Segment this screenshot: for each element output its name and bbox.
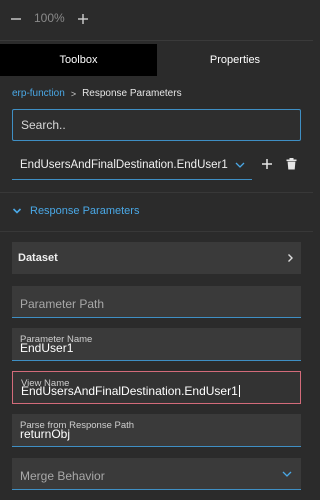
tab-toolbox[interactable]: Toolbox [0, 44, 157, 76]
parameter-path-placeholder: Parameter Path [20, 297, 105, 311]
parameter-path-field[interactable]: Parameter Path [12, 286, 301, 318]
panel-tabs: Toolbox Properties [0, 44, 313, 76]
response-parameter-select[interactable]: EndUsersAndFinalDestination.EndUser1 [12, 150, 252, 180]
chevron-right-icon [288, 254, 293, 262]
zoom-in-button[interactable] [72, 8, 94, 30]
plus-icon [78, 14, 88, 24]
dataset-label: Dataset [18, 252, 58, 264]
text-caret [238, 385, 240, 397]
parameter-name-field[interactable]: Parameter Name EndUser1 [12, 328, 301, 361]
chevron-down-icon [282, 471, 292, 477]
view-name-value-wrap: EndUsersAndFinalDestination.EndUser1 [21, 384, 240, 398]
breadcrumb-current: Response Parameters [82, 88, 182, 99]
merge-behavior-placeholder: Merge Behavior [20, 469, 105, 483]
view-name-value: EndUsersAndFinalDestination.EndUser1 [21, 384, 238, 398]
breadcrumb: erp-function > Response Parameters [12, 88, 182, 99]
search-input[interactable] [21, 118, 292, 132]
parameter-name-value: EndUser1 [20, 341, 74, 355]
view-name-field[interactable]: View Name EndUsersAndFinalDestination.En… [12, 371, 301, 404]
chevron-down-icon [235, 162, 245, 168]
breadcrumb-separator-icon: > [70, 88, 77, 99]
divider [0, 192, 313, 193]
delete-button[interactable] [282, 155, 300, 173]
zoom-divider [0, 40, 313, 41]
minus-icon [11, 18, 21, 20]
search-box [12, 109, 301, 141]
tab-properties[interactable]: Properties [157, 44, 313, 76]
dataset-row[interactable]: Dataset [12, 242, 301, 274]
zoom-out-button[interactable] [5, 8, 27, 30]
section-title: Response Parameters [30, 205, 140, 217]
chevron-down-icon [12, 208, 22, 214]
parse-response-path-value: returnObj [20, 427, 71, 441]
breadcrumb-link-erp-function[interactable]: erp-function [12, 88, 65, 99]
divider [0, 231, 313, 232]
select-value: EndUsersAndFinalDestination.EndUser1 [20, 158, 228, 171]
plus-icon [262, 159, 272, 169]
zoom-level: 100% [34, 11, 65, 25]
trash-icon [286, 158, 296, 170]
merge-behavior-select[interactable]: Merge Behavior [12, 458, 301, 490]
add-button[interactable] [258, 155, 276, 173]
parse-response-path-field[interactable]: Parse from Response Path returnObj [12, 414, 301, 447]
response-parameters-section-toggle[interactable]: Response Parameters [12, 205, 139, 217]
zoom-bar: 100% [0, 0, 313, 40]
